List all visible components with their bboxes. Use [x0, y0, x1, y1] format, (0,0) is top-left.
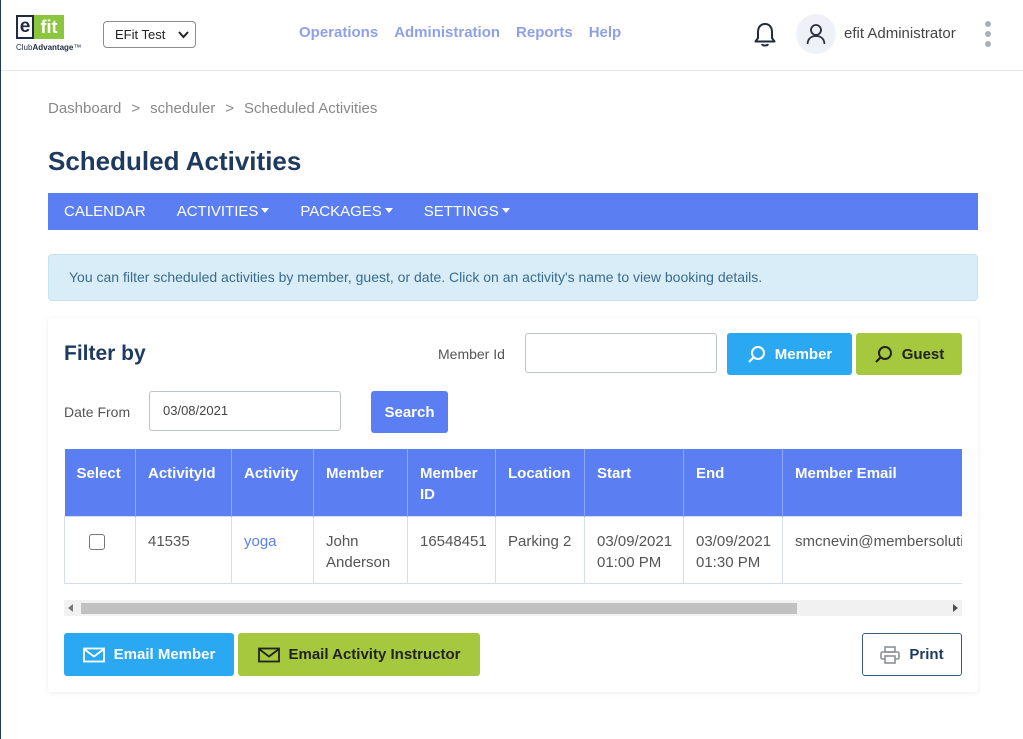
page-title: Scheduled Activities [48, 146, 302, 176]
email-instructor-button[interactable]: Email Activity Instructor [238, 633, 480, 676]
print-button[interactable]: Print [862, 633, 962, 676]
cell-member-email: smcnevin@membersolutions.com [782, 515, 962, 584]
logo-e: e [16, 15, 34, 39]
logo-fit: fit [34, 15, 64, 39]
breadcrumb-current: Scheduled Activities [243, 100, 378, 117]
club-select-value: EFit Test [115, 27, 166, 42]
email-member-button[interactable]: Email Member [64, 633, 234, 676]
column-header-activity-id[interactable]: ActivityId [135, 449, 232, 516]
efit-logo[interactable]: e fit ClubAdvantage™ [16, 15, 88, 55]
date-from-input[interactable]: 03/08/2021 [149, 391, 341, 431]
cell-member: John Anderson [313, 515, 408, 584]
column-header-member[interactable]: Member [313, 449, 408, 516]
cell-location: Parking 2 [495, 515, 585, 584]
menu-calendar[interactable]: CALENDAR [64, 203, 146, 220]
avatar[interactable] [796, 14, 836, 54]
menu-packages[interactable]: PACKAGES [300, 203, 393, 220]
breadcrumb-dashboard[interactable]: Dashboard [48, 100, 121, 117]
logo-subtitle: ClubAdvantage™ [16, 43, 82, 52]
caret-down-icon [261, 208, 270, 213]
column-header-end[interactable]: End [683, 449, 783, 516]
kebab-menu-icon[interactable] [985, 21, 993, 49]
envelope-icon [257, 647, 280, 662]
user-name[interactable]: efit Administrator [844, 25, 956, 42]
column-header-activity[interactable]: Activity [231, 449, 314, 516]
nav-reports[interactable]: Reports [516, 24, 573, 41]
breadcrumb-separator: > [225, 100, 234, 117]
breadcrumb-separator: > [131, 100, 141, 117]
scrollbar-thumb[interactable] [81, 603, 797, 614]
club-select[interactable]: EFit Test [103, 21, 196, 48]
filter-card: Filter by Member Id Member Guest Date Fr… [48, 318, 978, 692]
filter-title: Filter by [64, 342, 146, 365]
date-from-label: Date From [64, 404, 131, 420]
scroll-left-arrow-icon[interactable] [68, 604, 73, 612]
cell-select [64, 515, 136, 584]
caret-down-icon [501, 208, 510, 213]
breadcrumb-scheduler[interactable]: scheduler [150, 100, 215, 117]
menu-activities[interactable]: ACTIVITIES [177, 203, 270, 220]
activity-link[interactable]: yoga [244, 533, 277, 550]
nav-administration[interactable]: Administration [394, 24, 500, 41]
nav-help[interactable]: Help [589, 24, 622, 41]
envelope-icon [82, 647, 105, 662]
member-id-label: Member Id [438, 346, 505, 362]
column-header-start[interactable]: Start [584, 449, 684, 516]
cell-member-id: 16548451 [407, 515, 496, 584]
activities-table: Select ActivityId Activity Member Member… [64, 449, 962, 584]
cell-activity-id: 41535 [135, 515, 232, 584]
scroll-right-arrow-icon[interactable] [953, 604, 958, 612]
scheduler-menu-bar: CALENDAR ACTIVITIES PACKAGES SETTINGS [48, 193, 978, 230]
column-header-select: Select [64, 449, 136, 516]
row-select-checkbox[interactable] [89, 533, 105, 550]
menu-settings[interactable]: SETTINGS [424, 203, 510, 220]
search-icon [747, 345, 765, 363]
guest-search-button[interactable]: Guest [856, 333, 962, 375]
cell-activity: yoga [231, 515, 314, 584]
search-icon [874, 345, 892, 363]
info-alert: You can filter scheduled activities by m… [48, 254, 978, 301]
member-search-button[interactable]: Member [727, 333, 852, 375]
column-header-member-email[interactable]: Member Email [782, 449, 962, 516]
caret-down-icon [384, 208, 393, 213]
breadcrumb: Dashboard > scheduler > Scheduled Activities [48, 100, 377, 117]
horizontal-scrollbar[interactable] [64, 600, 962, 616]
nav-operations[interactable]: Operations [299, 24, 378, 41]
activities-table-container: Select ActivityId Activity Member Member… [64, 449, 962, 584]
top-header: e fit ClubAdvantage™ EFit Test Operation… [1, 0, 1023, 71]
column-header-member-id[interactable]: Member ID [407, 449, 496, 516]
chevron-down-icon [178, 22, 189, 57]
main-nav: Operations Administration Reports Help [299, 24, 637, 41]
table-row: 41535 yoga John Anderson 16548451 Parkin… [64, 515, 962, 584]
cell-end: 03/09/2021 01:30 PM [683, 515, 783, 584]
cell-start: 03/09/2021 01:00 PM [584, 515, 684, 584]
user-icon [806, 24, 826, 45]
printer-icon [880, 645, 901, 664]
member-id-input[interactable] [525, 333, 717, 373]
search-button[interactable]: Search [371, 391, 448, 433]
bell-icon[interactable] [753, 22, 777, 48]
table-header-row: Select ActivityId Activity Member Member… [64, 449, 962, 516]
column-header-location[interactable]: Location [495, 449, 585, 516]
